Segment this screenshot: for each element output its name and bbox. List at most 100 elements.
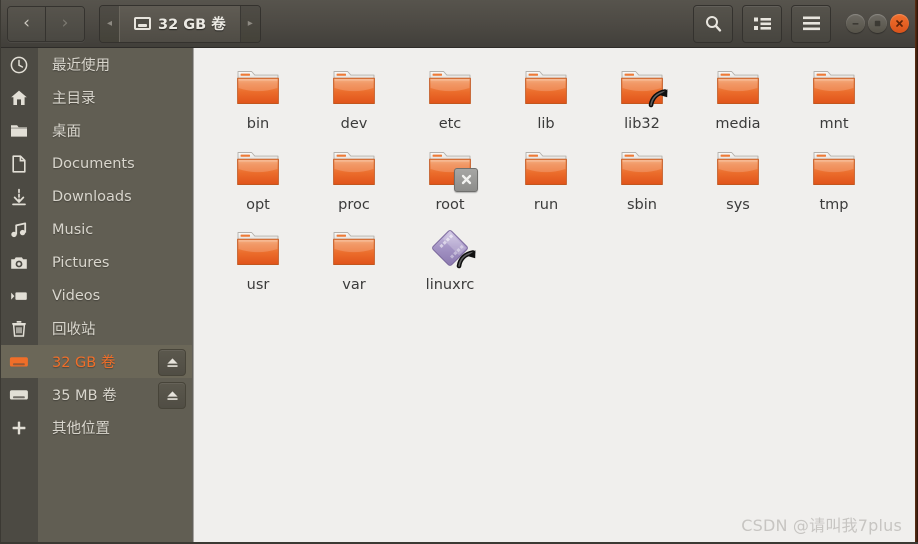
sidebar-list: 最近使用 主目录 桌面 Documents Downloads Music Pi…: [0, 48, 194, 444]
window-controls: [846, 14, 909, 33]
sidebar-divider: [192, 48, 194, 544]
breadcrumb-prev-button[interactable]: ◂: [100, 5, 119, 42]
sidebar-item-10[interactable]: 35 MB 卷: [0, 378, 194, 411]
breadcrumb: ◂ 32 GB 卷 ▸: [99, 4, 261, 43]
folder-icon: [714, 66, 762, 110]
sidebar-item-8[interactable]: 回收站: [0, 312, 194, 345]
sidebar-item-7[interactable]: Videos: [0, 279, 194, 312]
watermark: CSDN @请叫我7plus: [741, 516, 902, 535]
file-item[interactable]: bin: [210, 58, 306, 139]
folder-icon: [618, 147, 666, 191]
sidebar-item-5[interactable]: Music: [0, 213, 194, 246]
file-item[interactable]: var: [306, 219, 402, 300]
file-item-label: run: [533, 196, 559, 213]
sidebar-item-3[interactable]: Documents: [0, 147, 194, 180]
file-item[interactable]: media: [690, 58, 786, 139]
eject-button[interactable]: [158, 382, 186, 409]
file-item-label: media: [715, 116, 761, 132]
sidebar-item-11[interactable]: 其他位置: [0, 411, 194, 444]
folder-icon: [237, 71, 279, 104]
file-item-label: sbin: [627, 196, 657, 213]
download-icon: [0, 180, 38, 213]
breadcrumb-next-button[interactable]: ▸: [240, 5, 260, 42]
archive-icon: [426, 227, 476, 271]
file-item[interactable]: lib32: [594, 58, 690, 139]
file-item[interactable]: etc: [402, 58, 498, 139]
file-item[interactable]: sbin: [594, 139, 690, 220]
file-item-label: usr: [246, 277, 270, 293]
folder-icon: [717, 71, 759, 104]
sidebar-item-9[interactable]: 32 GB 卷: [0, 345, 194, 378]
maximize-icon: [874, 20, 881, 27]
minimize-button[interactable]: [846, 14, 865, 33]
sidebar-item-0[interactable]: 最近使用: [0, 48, 194, 81]
file-item-label: lib32: [624, 116, 660, 132]
search-icon: [705, 16, 721, 32]
sidebar-item-4[interactable]: Downloads: [0, 180, 194, 213]
folder-icon: [330, 147, 378, 191]
file-item[interactable]: lib: [498, 58, 594, 139]
drive-harddisk-icon: [134, 17, 151, 30]
sidebar-item-label: Videos: [52, 287, 101, 304]
sidebar-item-label: 最近使用: [52, 58, 110, 74]
folder-icon: [621, 151, 663, 185]
file-item[interactable]: dev: [306, 58, 402, 139]
download-icon: [12, 188, 26, 205]
folder-icon: [0, 114, 38, 147]
home-icon: [0, 81, 38, 114]
header-bar: ‹ › ◂ 32 GB 卷 ▸: [0, 0, 918, 48]
file-item-label: var: [342, 277, 366, 293]
file-item[interactable]: proc: [306, 139, 402, 220]
file-item-label: lib: [537, 116, 555, 132]
window-border-left: [0, 0, 1, 544]
folder-icon: [333, 151, 375, 185]
sidebar-item-2[interactable]: 桌面: [0, 114, 194, 147]
sidebar-item-label: Music: [52, 221, 94, 238]
navigation-buttons: ‹ ›: [7, 5, 85, 42]
file-item[interactable]: linuxrc: [402, 219, 498, 300]
clock-icon: [0, 48, 38, 81]
sidebar: 最近使用 主目录 桌面 Documents Downloads Music Pi…: [0, 48, 194, 544]
folder-icon: [426, 66, 474, 110]
folder-icon: [234, 147, 282, 191]
eject-icon: [166, 390, 178, 400]
close-button[interactable]: [890, 14, 909, 33]
menu-button[interactable]: [791, 4, 831, 43]
file-item[interactable]: sys: [690, 139, 786, 220]
eject-button[interactable]: [158, 349, 186, 376]
folder-icon: [237, 232, 279, 265]
file-item-label: tmp: [819, 196, 849, 213]
drive-icon: [9, 389, 28, 399]
file-item[interactable]: mnt: [786, 58, 882, 139]
maximize-button[interactable]: [868, 14, 887, 33]
video-icon: [0, 279, 38, 312]
file-item-label: dev: [340, 116, 368, 132]
file-item[interactable]: root: [402, 139, 498, 220]
breadcrumb-item-current[interactable]: 32 GB 卷: [119, 5, 241, 42]
file-item[interactable]: tmp: [786, 139, 882, 220]
header-right-tools: [693, 4, 918, 43]
clock-icon: [10, 56, 28, 73]
home-icon: [11, 90, 27, 105]
folder-icon: [429, 71, 471, 104]
folder-icon: [525, 71, 567, 104]
view-toggle-button[interactable]: [742, 4, 782, 43]
document-icon: [12, 154, 26, 173]
file-list-area[interactable]: bin dev etc lib lib32 media mnt opt proc…: [196, 48, 916, 544]
sidebar-item-1[interactable]: 主目录: [0, 81, 194, 114]
sidebar-item-label: Pictures: [52, 254, 110, 271]
folder-icon: [234, 66, 282, 110]
folder-icon: [525, 151, 567, 185]
forward-button[interactable]: ›: [46, 6, 84, 41]
drive-icon: [0, 378, 38, 411]
search-button[interactable]: [693, 4, 733, 43]
file-item[interactable]: run: [498, 139, 594, 220]
sidebar-item-label: Documents: [52, 155, 135, 172]
file-item[interactable]: opt: [210, 139, 306, 220]
unreadable-emblem-icon: [454, 167, 478, 192]
back-button[interactable]: ‹: [8, 6, 46, 41]
sidebar-item-6[interactable]: Pictures: [0, 246, 194, 279]
sidebar-item-label: 桌面: [52, 124, 81, 140]
file-manager-window: ‹ › ◂ 32 GB 卷 ▸ 最近使用 主目录 桌面 Documents Do…: [0, 0, 918, 544]
file-item[interactable]: usr: [210, 219, 306, 300]
